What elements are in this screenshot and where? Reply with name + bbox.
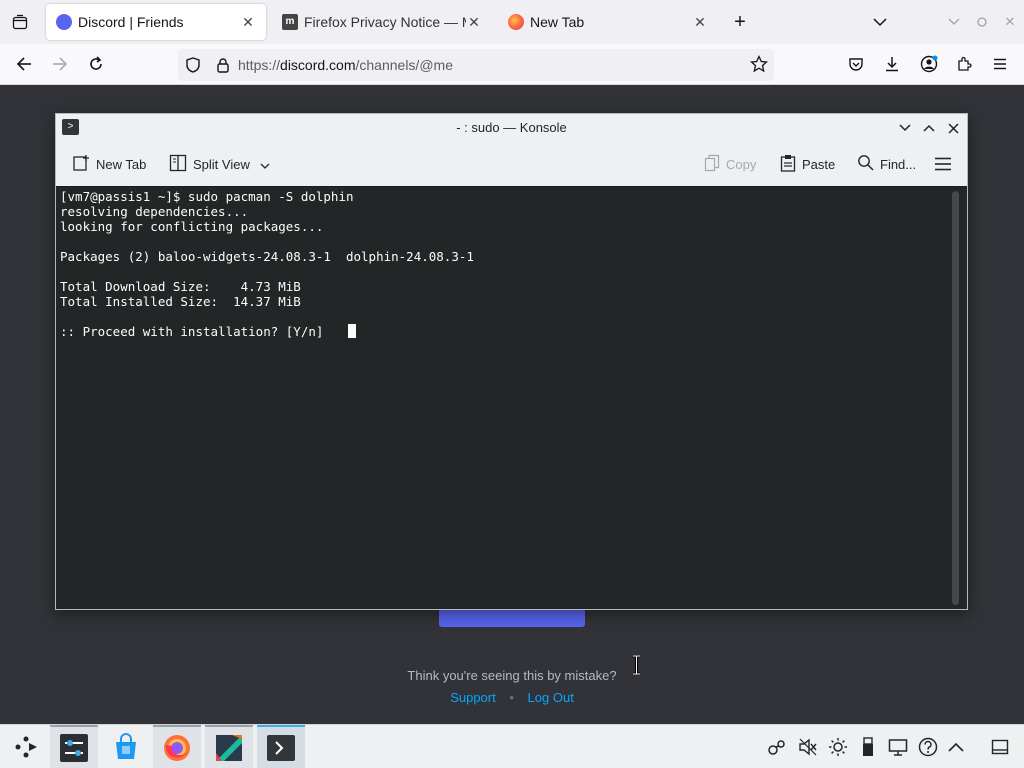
url-scheme: https:// [238, 57, 281, 73]
volume-muted-icon[interactable] [798, 737, 818, 757]
forward-icon[interactable] [48, 52, 72, 76]
close-tab-icon[interactable]: ✕ [240, 14, 256, 30]
close-tab-icon[interactable]: ✕ [466, 14, 482, 30]
kate-editor-icon[interactable] [205, 725, 253, 768]
search-icon [857, 154, 874, 174]
discover-store-icon[interactable] [102, 725, 150, 768]
copy-button[interactable]: Copy [704, 154, 756, 174]
tab-overview-icon[interactable] [8, 10, 32, 34]
konsole-toolbar: New Tab Split View Copy Paste Find... [56, 142, 967, 186]
browser-nav-bar: https://discord.com/channels/@me [0, 44, 1024, 85]
close-icon[interactable] [943, 118, 963, 138]
paste-button[interactable]: Paste [780, 154, 835, 174]
show-hidden-tray-icon[interactable] [946, 737, 966, 757]
split-view-icon [169, 154, 187, 175]
tab-discord[interactable]: Discord | Friends ✕ [46, 4, 266, 40]
show-desktop-icon[interactable] [990, 737, 1010, 757]
copy-icon [704, 154, 720, 175]
terminal-line: resolving dependencies... [60, 204, 249, 219]
url-bar[interactable]: https://discord.com/channels/@me [178, 49, 774, 81]
system-settings-icon[interactable] [50, 725, 98, 768]
logout-link[interactable]: Log Out [528, 690, 574, 705]
find-label: Find... [880, 156, 917, 172]
link-separator: • [509, 690, 514, 705]
terminal-line: Total Download Size: 4.73 MiB [60, 279, 301, 294]
new-tab-icon [72, 154, 90, 175]
close-window-icon[interactable]: ✕ [998, 10, 1022, 34]
mozilla-favicon-icon: m [282, 14, 298, 30]
taskbar [0, 724, 1024, 768]
support-link[interactable]: Support [450, 690, 496, 705]
tab-title: Firefox Privacy Notice — M [304, 14, 466, 30]
konsole-titlebar[interactable]: > - : sudo — Konsole [56, 114, 967, 142]
tab-privacy-notice[interactable]: m Firefox Privacy Notice — M ✕ [272, 4, 492, 40]
close-tab-icon[interactable]: ✕ [692, 14, 708, 30]
menu-hamburger-icon[interactable] [988, 52, 1012, 76]
tab-title: New Tab [530, 14, 585, 30]
brightness-icon[interactable] [828, 737, 848, 757]
firefox-favicon-icon [508, 14, 524, 30]
pocket-icon[interactable] [844, 52, 868, 76]
hamburger-menu-icon[interactable] [934, 154, 952, 174]
paste-icon [780, 154, 796, 175]
back-icon[interactable] [12, 52, 36, 76]
minimize-window-icon[interactable] [942, 10, 966, 34]
url-host: discord.com [280, 57, 356, 73]
network-icon[interactable] [767, 737, 787, 757]
new-tab-button[interactable]: New Tab [72, 154, 146, 174]
new-tab-label: New Tab [96, 156, 147, 172]
copy-label: Copy [726, 156, 757, 172]
browser-tab-bar: Discord | Friends ✕ m Firefox Privacy No… [0, 0, 1024, 44]
tracking-protection-shield-icon[interactable] [178, 57, 208, 73]
terminal-line: [vm7@passis1 ~]$ sudo pacman -S dolphin [60, 189, 354, 204]
help-links: Support • Log Out [0, 690, 1024, 705]
maximize-window-icon[interactable] [970, 10, 994, 34]
account-icon[interactable] [917, 52, 941, 76]
new-tab-icon[interactable]: + [728, 10, 752, 34]
bookmark-star-icon[interactable] [749, 54, 769, 76]
downloads-icon[interactable] [880, 52, 904, 76]
mistake-message: Think you're seeing this by mistake? [407, 668, 617, 683]
display-config-icon[interactable] [888, 737, 908, 757]
terminal-cursor [348, 324, 356, 338]
lock-icon[interactable] [208, 57, 238, 73]
tab-title: Discord | Friends [78, 14, 184, 30]
firefox-taskbar-icon[interactable] [153, 725, 201, 768]
help-icon[interactable] [918, 737, 938, 757]
terminal-line: Total Installed Size: 14.37 MiB [60, 294, 301, 309]
split-view-label: Split View [193, 156, 250, 172]
url-path: /channels/@me [355, 57, 453, 73]
reload-icon[interactable] [84, 52, 108, 76]
terminal-scrollbar[interactable] [952, 191, 959, 605]
terminal-area[interactable]: [vm7@passis1 ~]$ sudo pacman -S dolphin … [56, 186, 967, 676]
terminal-line: looking for conflicting packages... [60, 219, 324, 234]
terminal-line: :: Proceed with installation? [Y/n] [60, 324, 331, 339]
konsole-window: > - : sudo — Konsole New Tab Split View [55, 113, 968, 676]
usb-device-icon[interactable] [858, 737, 878, 757]
chevron-down-icon [260, 157, 270, 172]
extensions-icon[interactable] [952, 52, 976, 76]
text-cursor-ibeam-icon [632, 654, 641, 676]
app-launcher-icon[interactable] [2, 725, 50, 768]
url-text: https://discord.com/channels/@me [238, 57, 453, 73]
tab-new-tab[interactable]: New Tab ✕ [498, 4, 718, 40]
list-all-tabs-icon[interactable] [868, 10, 892, 34]
discord-favicon-icon [56, 14, 72, 30]
maximize-icon[interactable] [919, 118, 939, 138]
window-title: - : sudo — Konsole [456, 120, 567, 135]
paste-label: Paste [802, 156, 836, 172]
find-button[interactable]: Find... [857, 154, 916, 174]
terminal-line: Packages (2) baloo-widgets-24.08.3-1 dol… [60, 249, 474, 264]
minimize-icon[interactable] [895, 118, 915, 138]
split-view-button[interactable]: Split View [169, 154, 270, 174]
konsole-taskbar-icon[interactable] [257, 725, 305, 768]
